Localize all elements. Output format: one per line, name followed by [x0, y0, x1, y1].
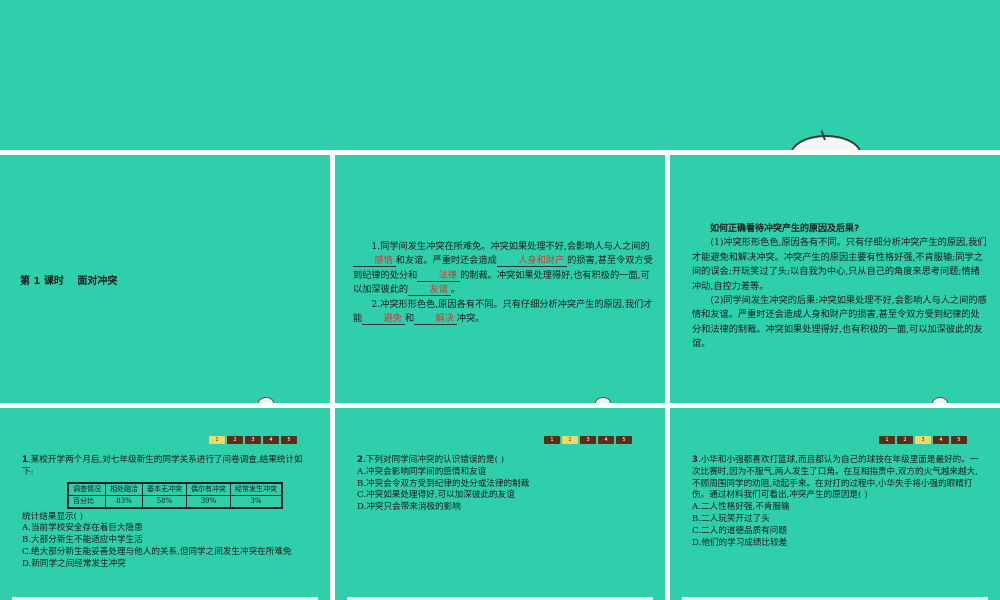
table-row: 百分比 83% 58% 39% 3% [67, 494, 283, 509]
pager-button-2[interactable]: 2 [227, 436, 243, 444]
point-1: 1.同学间发生冲突在所难免。冲突如果处理不好,会影响人与人之间的感情 和友谊。严重… [353, 241, 653, 297]
question-pager: 1 2 3 4 5 [879, 436, 967, 444]
slide-thumbnail-3[interactable]: 如何正确看待冲突产生的原因及后果? (1)冲突形形色色,原因各有不同。只有仔细分… [670, 155, 1000, 403]
slide-thumbnail-4[interactable]: 1 2 3 4 5 1.某校开学两个月后,对七年级新生的同学关系进行了问卷调查,… [0, 408, 330, 600]
table-row: 调查情况 相处融洽 基本无冲突 偶尔有冲突 经常发生冲突 [67, 482, 283, 496]
pager-button-4[interactable]: 4 [933, 436, 949, 444]
option-d[interactable]: D.新同学之间经常发生冲突 [22, 559, 312, 571]
explanation-paragraph-1: (1)冲突形形色色,原因各有不同。只有仔细分析冲突产生的原因,我们才能避免和解决… [692, 237, 987, 292]
option-c[interactable]: C.绝大部分新生能妥善处理与他人的关系,但同学之间发生冲突在所难免 [22, 547, 312, 559]
pager-button-1[interactable]: 1 [209, 436, 225, 444]
answer-blank: 人身和财产 [496, 255, 568, 268]
slide-thumbnail-5[interactable]: 1 2 3 4 5 2.下列对同学间冲突的认识错误的是( ) A.冲突会影响同学… [335, 408, 665, 600]
pager-button-5[interactable]: 5 [616, 436, 632, 444]
lesson-number: 第 1 课时 [20, 276, 64, 287]
mascot-ear-icon [595, 397, 611, 403]
pager-button-4[interactable]: 4 [598, 436, 614, 444]
pager-button-2[interactable]: 2 [562, 436, 578, 444]
question-1: 1.某校开学两个月后,对七年级新生的同学关系进行了问卷调查,结果统计如下: 调查… [22, 455, 312, 571]
answer-blank: 解决 [414, 313, 457, 326]
answer-blank: 避免 [362, 313, 405, 326]
question-pager: 1 2 3 4 5 [544, 436, 632, 444]
question-stem: 3.小华和小强都喜欢打篮球,而且都认为自己的球技在年级里面是最好的。一次比赛时,… [692, 455, 979, 501]
answer-blank: 感情 [353, 255, 396, 268]
question-pager: 1 2 3 4 5 [209, 436, 297, 444]
option-a[interactable]: A.二人性格好强,不肯服输 [692, 502, 982, 514]
mascot-ear-icon [932, 397, 948, 403]
explanation-text: 如何正确看待冲突产生的原因及后果? (1)冲突形形色色,原因各有不同。只有仔细分… [692, 222, 987, 352]
answer-blank: 友谊 [408, 284, 451, 297]
pager-button-1[interactable]: 1 [879, 436, 895, 444]
survey-table: 调查情况 相处融洽 基本无冲突 偶尔有冲突 经常发生冲突 百分比 83% 58% 39% 3% [67, 481, 283, 509]
explanation-paragraph-2: (2)同学间发生冲突的后果:冲突如果处理不好,会影响人与人之间的感情和友谊。严重… [692, 295, 987, 350]
pager-button-1[interactable]: 1 [544, 436, 560, 444]
pager-button-3[interactable]: 3 [245, 436, 261, 444]
pager-button-3[interactable]: 3 [580, 436, 596, 444]
option-d[interactable]: D.他们的学习成绩比较差 [692, 538, 982, 550]
top-banner-slide[interactable] [0, 0, 1000, 150]
pager-button-2[interactable]: 2 [897, 436, 913, 444]
question-stem: 2.下列对同学间冲突的认识错误的是( ) [357, 455, 505, 465]
option-d[interactable]: D.冲突只会带来消极的影响 [357, 502, 647, 514]
lesson-title: 第 1 课时 面对冲突 [20, 272, 117, 287]
knowledge-points: 1.同学间发生冲突在所难免。冲突如果处理不好,会影响人与人之间的感情 和友谊。严重… [353, 240, 653, 326]
lesson-topic: 面对冲突 [77, 276, 118, 287]
slide-thumbnail-6[interactable]: 1 2 3 4 5 3.小华和小强都喜欢打篮球,而且都认为自己的球技在年级里面是… [670, 408, 1000, 600]
pager-button-4[interactable]: 4 [263, 436, 279, 444]
mascot-ear-icon [258, 397, 274, 403]
point-2: 2.冲突形形色色,原因各有不同。只有仔细分析冲突产生的原因,我们才能 避免和解决冲… [353, 298, 653, 326]
pager-button-3[interactable]: 3 [915, 436, 931, 444]
option-a[interactable]: A.当前学校安全存在着巨大隐患 [22, 523, 312, 535]
explanation-heading: 如何正确看待冲突产生的原因及后果? [710, 224, 860, 234]
option-a[interactable]: A.冲突会影响同学间的感情和友谊 [357, 467, 647, 479]
slide-thumbnail-1[interactable]: 第 1 课时 面对冲突 [0, 155, 330, 403]
pager-button-5[interactable]: 5 [951, 436, 967, 444]
question-3: 3.小华和小强都喜欢打篮球,而且都认为自己的球技在年级里面是最好的。一次比赛时,… [692, 455, 982, 549]
slide-thumbnail-2[interactable]: 1.同学间发生冲突在所难免。冲突如果处理不好,会影响人与人之间的感情 和友谊。严重… [335, 155, 665, 403]
answer-blank: 法律 [417, 270, 461, 282]
option-b[interactable]: B.冲突会令双方受到纪律的处分或法律的制裁 [357, 479, 647, 491]
option-b[interactable]: B.二人玩笑开过了头 [692, 514, 982, 526]
option-b[interactable]: B.大部分新生不能适应中学生活 [22, 535, 312, 547]
question-2: 2.下列对同学间冲突的认识错误的是( ) A.冲突会影响同学间的感情和友谊 B.… [357, 455, 647, 514]
option-c[interactable]: C.冲突如果处理得好,可以加深彼此的友谊 [357, 490, 647, 502]
question-prompt: 统计结果显示( ) [22, 511, 83, 522]
option-c[interactable]: C.二人的道德品质有问题 [692, 526, 982, 538]
pager-button-5[interactable]: 5 [281, 436, 297, 444]
question-stem: 1.某校开学两个月后,对七年级新生的同学关系进行了问卷调查,结果统计如下: [22, 455, 303, 477]
mascot-head-icon [790, 135, 862, 150]
